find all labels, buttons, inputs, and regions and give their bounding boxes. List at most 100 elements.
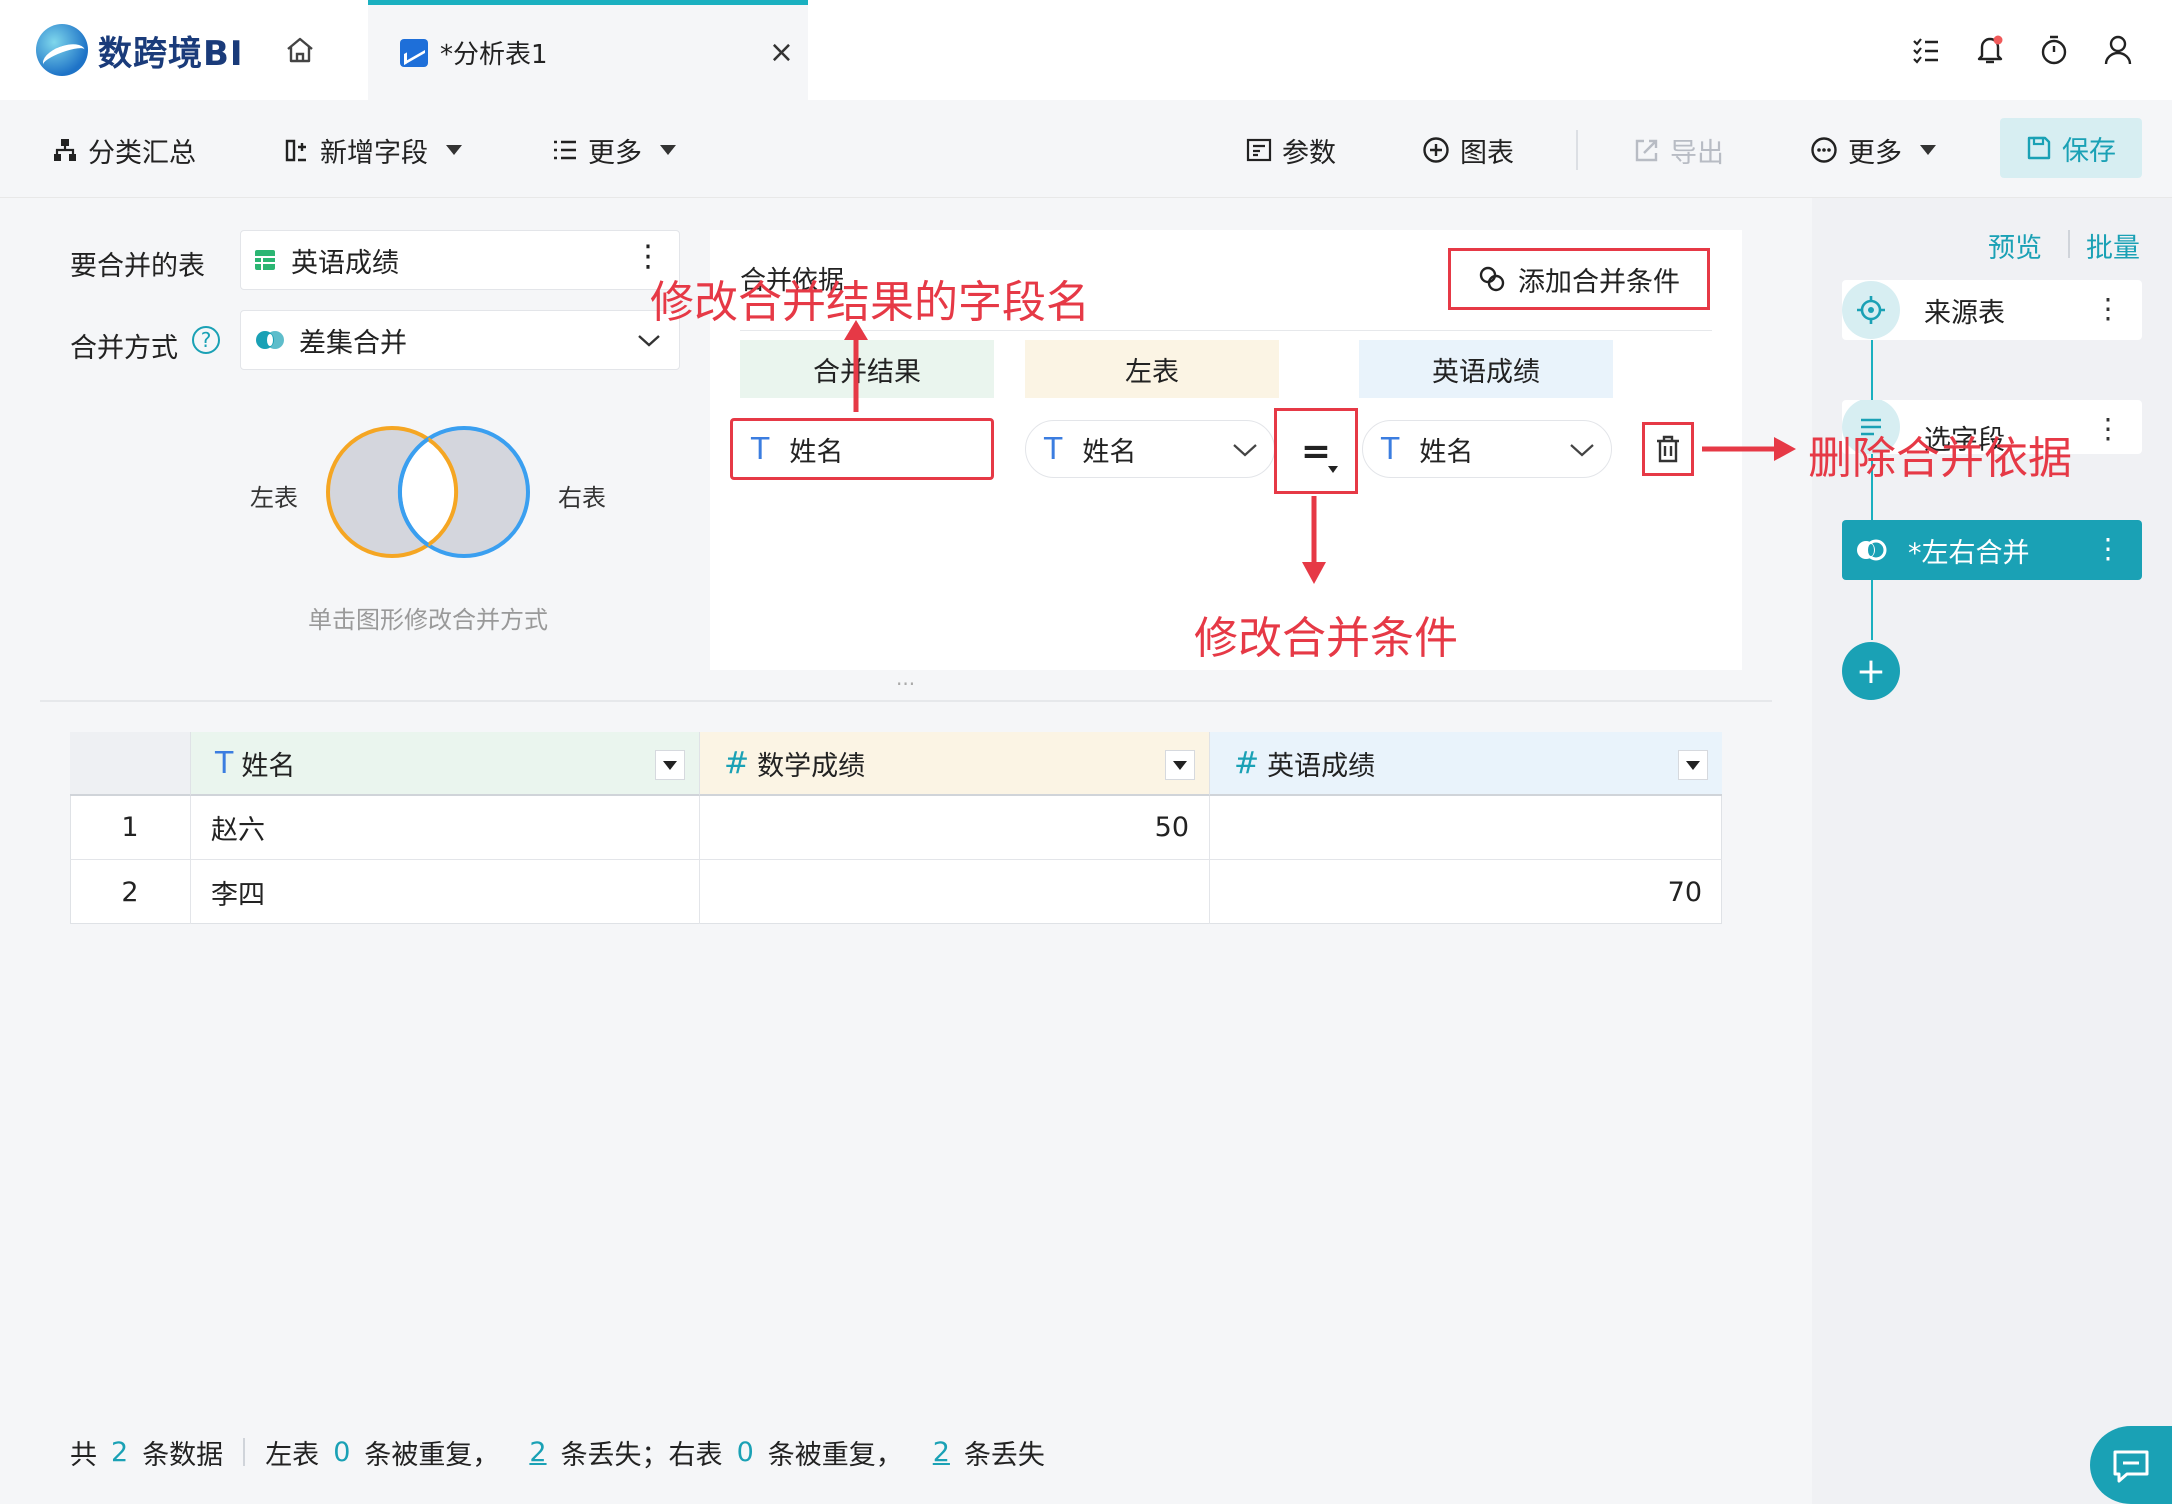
batch-link[interactable]: 批量 <box>2086 226 2140 265</box>
table-header-english[interactable]: # 英语成绩 <box>1210 732 1722 796</box>
column-filter-icon[interactable] <box>1678 750 1708 780</box>
right-field-select[interactable]: T 姓名 <box>1362 420 1612 478</box>
flow-node-source[interactable]: 来源表 ⋮ <box>1842 280 2142 340</box>
venn-right-label: 右表 <box>558 484 606 512</box>
user-avatar-icon[interactable] <box>2098 30 2138 70</box>
group-summary-label: 分类汇总 <box>88 137 196 169</box>
merge-table-select[interactable]: 英语成绩 ⋮ <box>240 230 680 290</box>
table-cell[interactable] <box>1210 796 1722 860</box>
support-chat-button[interactable] <box>2090 1426 2172 1504</box>
table-cell[interactable]: 50 <box>700 796 1210 860</box>
status-text: 条丢失 <box>963 1439 1045 1471</box>
params-button[interactable]: 参数 <box>1246 128 1336 172</box>
save-button[interactable]: 保存 <box>2000 118 2142 178</box>
status-text: 左表 <box>265 1439 320 1471</box>
node-label: *左右合并 <box>1908 537 2030 569</box>
params-label: 参数 <box>1282 137 1336 169</box>
annotation-modify-condition: 修改合并条件 <box>1194 613 1458 664</box>
operator-select[interactable]: = <box>1274 408 1358 494</box>
tab-analysis-sheet[interactable]: *分析表1 × <box>368 0 808 100</box>
annotation-delete-condition: 删除合并依据 <box>1808 433 2072 484</box>
merge-table-value: 英语成绩 <box>291 247 399 279</box>
chevron-down-icon <box>1233 444 1257 457</box>
flow-node-merge[interactable]: *左右合并 ⋮ <box>1842 520 2142 580</box>
table-index-header <box>70 732 191 796</box>
app-logo[interactable]: 数跨境BI <box>36 24 244 76</box>
section-divider <box>40 700 1772 702</box>
add-field-button[interactable]: 新增字段 <box>284 128 462 172</box>
table-cell[interactable]: 李四 <box>191 860 700 924</box>
number-type-icon: # <box>724 745 750 781</box>
list-icon <box>554 140 576 160</box>
node-menu-icon[interactable]: ⋮ <box>2094 292 2122 325</box>
group-summary-button[interactable]: 分类汇总 <box>52 128 196 172</box>
tab-label: *分析表1 <box>440 40 548 70</box>
table-header-math[interactable]: # 数学成绩 <box>700 732 1210 796</box>
notification-bell-icon[interactable] <box>1970 30 2010 70</box>
help-icon[interactable]: ? <box>192 326 220 354</box>
text-type-icon: T <box>215 745 234 781</box>
home-tab[interactable] <box>280 28 320 72</box>
add-field-label: 新增字段 <box>320 137 428 169</box>
text-type-icon: T <box>1044 431 1063 467</box>
result-field-input[interactable]: T 姓名 <box>730 418 994 480</box>
merge-method-label: 合并方式 <box>70 333 178 364</box>
annotation-arrow-down <box>1302 496 1326 584</box>
table-header-name[interactable]: T 姓名 <box>191 732 700 796</box>
top-bar <box>0 0 2172 100</box>
annotation-arrow-right <box>1702 437 1796 461</box>
close-tab-icon[interactable]: × <box>769 35 794 70</box>
export-button[interactable]: 导出 <box>1634 128 1724 172</box>
more-menu-right[interactable]: 更多 <box>1810 128 1936 172</box>
table-cell[interactable]: 70 <box>1210 860 1722 924</box>
status-bar: 共 2 条数据 左表 0 条被重复， 2 条丢失；右表 0 条被重复， 2 条丢… <box>70 1432 1045 1472</box>
export-icon <box>1635 139 1658 162</box>
logo-mark-icon <box>36 24 88 76</box>
column-filter-icon[interactable] <box>655 750 685 780</box>
column-filter-icon[interactable] <box>1165 750 1195 780</box>
home-icon <box>287 37 313 63</box>
add-condition-button[interactable]: 添加合并条件 <box>1448 248 1710 310</box>
left-field-select[interactable]: T 姓名 <box>1025 420 1275 478</box>
logo-text: 数跨境BI <box>98 33 244 74</box>
left-lost-link[interactable]: 2 <box>529 1437 546 1468</box>
node-menu-icon[interactable]: ⋮ <box>2094 412 2122 445</box>
merge-rings-icon <box>256 331 284 349</box>
node-label: 来源表 <box>1924 297 2005 329</box>
add-node-button[interactable]: + <box>1842 642 1900 700</box>
preview-link[interactable]: 预览 <box>1988 226 2042 265</box>
add-field-icon <box>285 139 306 162</box>
timer-icon[interactable] <box>2034 30 2074 70</box>
source-target-icon <box>1842 281 1900 339</box>
params-icon <box>1246 138 1272 162</box>
chart-line-icon <box>400 38 428 67</box>
text-type-icon: T <box>751 431 770 467</box>
merge-method-select[interactable]: 差集合并 <box>240 310 680 370</box>
status-count: 0 <box>736 1436 754 1468</box>
column-name: 姓名 <box>241 750 296 782</box>
table-cell[interactable] <box>700 860 1210 924</box>
chevron-down-icon <box>1920 145 1936 155</box>
add-condition-label: 添加合并条件 <box>1518 266 1680 298</box>
column-name: 英语成绩 <box>1267 750 1376 782</box>
status-count: 0 <box>333 1436 351 1468</box>
link-rings-icon <box>1479 266 1505 292</box>
right-lost-link[interactable]: 2 <box>933 1437 950 1468</box>
col-head-right: 英语成绩 <box>1359 340 1613 398</box>
save-icon <box>2027 136 2051 160</box>
table-cell[interactable]: 赵六 <box>191 796 700 860</box>
status-text: 条被重复， <box>364 1439 500 1471</box>
row-index: 1 <box>70 796 191 860</box>
node-menu-icon[interactable]: ⋮ <box>2094 532 2122 565</box>
hierarchy-icon <box>54 139 76 161</box>
task-list-icon[interactable] <box>1906 30 1946 70</box>
panel-resize-handle[interactable]: ··· <box>896 672 915 696</box>
flow-panel <box>1812 198 2172 1504</box>
more-menu-left[interactable]: 更多 <box>552 128 676 172</box>
save-label: 保存 <box>2062 135 2116 167</box>
chart-button[interactable]: 图表 <box>1422 128 1514 172</box>
delete-condition-button[interactable] <box>1642 422 1694 476</box>
venn-diagram[interactable] <box>326 424 530 560</box>
operator-caret-icon <box>1328 466 1338 473</box>
more-right-label: 更多 <box>1848 137 1902 169</box>
